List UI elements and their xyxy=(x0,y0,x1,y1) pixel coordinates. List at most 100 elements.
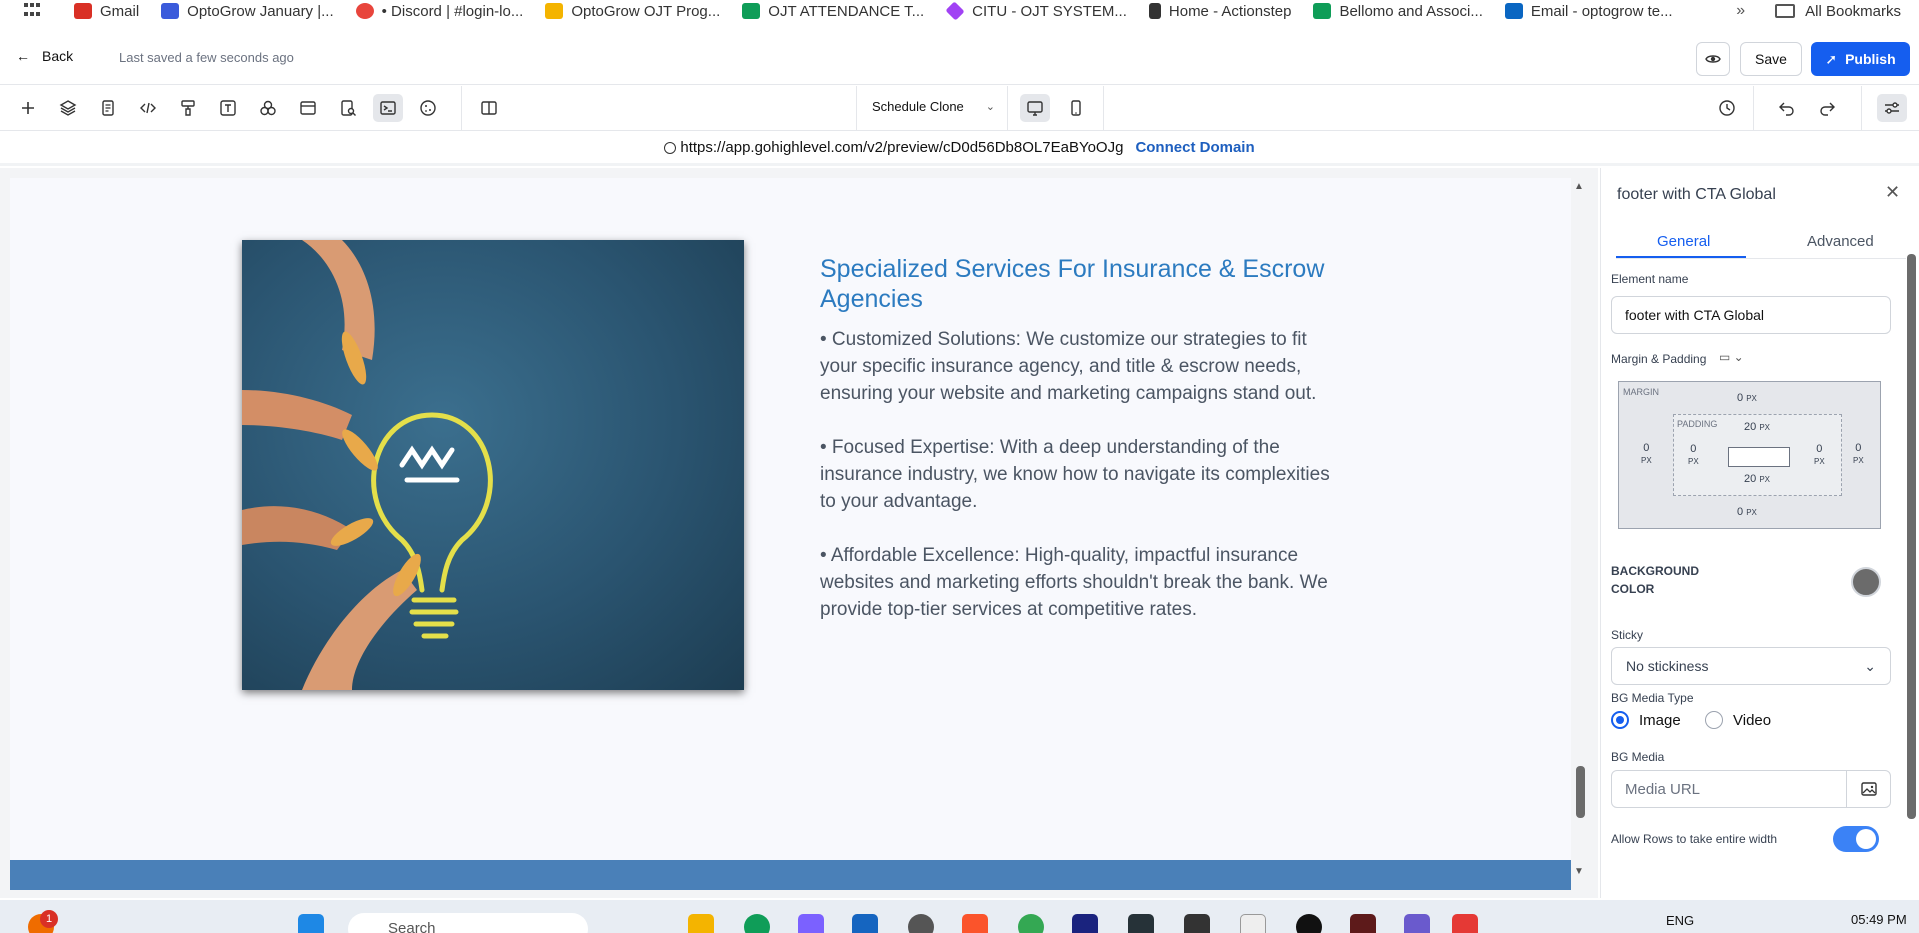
split-view-icon[interactable] xyxy=(474,94,504,122)
preview-url-bar: https://app.gohighlevel.com/v2/preview/c… xyxy=(0,132,1919,166)
shapes-icon[interactable] xyxy=(253,94,283,122)
sticky-label: Sticky xyxy=(1611,628,1644,642)
margin-left[interactable]: 0 PX xyxy=(1641,442,1652,466)
pages-icon[interactable] xyxy=(93,94,123,122)
padding-bottom[interactable]: 20 PX xyxy=(1744,473,1770,485)
close-icon[interactable]: ✕ xyxy=(1885,182,1900,203)
margin-top[interactable]: 0 PX xyxy=(1737,392,1757,404)
canvas-scrollbar[interactable] xyxy=(1576,766,1585,818)
seo-search-icon[interactable] xyxy=(333,94,363,122)
undo-icon[interactable] xyxy=(1772,94,1802,122)
bookmark-item[interactable]: OptoGrow OJT Prog... xyxy=(545,3,720,20)
store-icon[interactable] xyxy=(852,914,878,933)
background-color-swatch[interactable] xyxy=(1851,567,1881,597)
document-icon[interactable] xyxy=(1240,914,1266,933)
builder-toolbar: Schedule Clone ⌄ xyxy=(0,86,1919,131)
scroll-down-icon[interactable]: ▼ xyxy=(1574,866,1584,877)
bookmark-item[interactable]: Email - optogrow te... xyxy=(1504,3,1673,20)
app-icon[interactable] xyxy=(1072,914,1098,933)
bookmark-item[interactable]: OptoGrow January |... xyxy=(161,3,334,20)
margin-padding-label: Margin & Padding xyxy=(1611,352,1707,366)
tab-advanced[interactable]: Advanced xyxy=(1807,233,1874,250)
paint-roller-icon[interactable] xyxy=(173,94,203,122)
padding-top[interactable]: 20 PX xyxy=(1744,421,1770,433)
more-bookmarks-icon[interactable]: » xyxy=(1736,2,1745,20)
padding-left[interactable]: 0 PX xyxy=(1688,443,1699,467)
actionstep-icon xyxy=(1148,3,1161,19)
publish-button[interactable]: ➚ Publish xyxy=(1811,42,1910,76)
settings-sliders-icon[interactable] xyxy=(1877,94,1907,122)
page-select-dropdown[interactable]: Schedule Clone ⌄ xyxy=(872,99,995,114)
radio-unselected-icon xyxy=(1705,711,1723,729)
margin-right[interactable]: 0 PX xyxy=(1853,442,1864,466)
brave-icon[interactable] xyxy=(962,914,988,933)
eye-icon xyxy=(1705,55,1721,63)
footer-section[interactable] xyxy=(10,860,1571,890)
redo-icon[interactable] xyxy=(1812,94,1842,122)
desktop-view-icon[interactable] xyxy=(1020,94,1050,122)
radio-image[interactable]: Image xyxy=(1611,711,1681,729)
padding-box: PADDING 20 PX 0 PX 0 PX 20 PX xyxy=(1673,414,1842,496)
bookmark-item[interactable]: Bellomo and Associ... xyxy=(1313,3,1483,20)
scroll-up-icon[interactable]: ▲ xyxy=(1574,181,1584,192)
edge-icon[interactable] xyxy=(744,914,770,933)
panel-scrollbar[interactable] xyxy=(1907,254,1916,819)
terminal-icon[interactable] xyxy=(373,94,403,122)
bg-media-label: BG Media xyxy=(1611,750,1665,764)
lightbulb-chalk-image[interactable] xyxy=(242,240,744,690)
chrome-icon[interactable] xyxy=(1018,914,1044,933)
media-url-input[interactable]: Media URL xyxy=(1612,771,1846,807)
obs-icon[interactable] xyxy=(1296,914,1322,933)
preview-button[interactable] xyxy=(1696,42,1730,76)
file-explorer-icon[interactable] xyxy=(688,914,714,933)
chevron-down-icon: ⌄ xyxy=(985,101,996,113)
text-icon[interactable] xyxy=(213,94,243,122)
folder-icon xyxy=(1775,4,1796,18)
bookmark-item[interactable]: CITU - OJT SYSTEM... xyxy=(945,1,1127,21)
connect-domain-link[interactable]: Connect Domain xyxy=(1135,139,1254,156)
margin-bottom[interactable]: 0 PX xyxy=(1737,506,1757,518)
allow-rows-toggle[interactable] xyxy=(1833,826,1879,852)
code-icon[interactable] xyxy=(133,94,163,122)
bookmarks-overflow: » All Bookmarks xyxy=(1724,0,1919,22)
bookmark-item[interactable]: • Discord | #login-lo... xyxy=(355,3,523,20)
padding-right[interactable]: 0 PX xyxy=(1814,443,1825,467)
copilot-icon[interactable] xyxy=(798,914,824,933)
app-icon[interactable] xyxy=(1350,914,1376,933)
margin-padding-editor: MARGIN 0 PX 0 PX 0 PX 0 PX PADDING 20 PX 0… xyxy=(1618,381,1881,529)
language-indicator[interactable]: ENG xyxy=(1666,913,1694,928)
all-bookmarks[interactable]: All Bookmarks xyxy=(1805,3,1901,20)
bookmark-item[interactable]: Home - Actionstep xyxy=(1148,3,1291,20)
section-icon[interactable] xyxy=(293,94,323,122)
app-icon[interactable] xyxy=(1404,914,1430,933)
tab-general[interactable]: General xyxy=(1657,233,1710,250)
back-button[interactable]: ← Back xyxy=(16,48,73,64)
bookmark-item[interactable]: OJT ATTENDANCE T... xyxy=(742,3,924,20)
panel-title: footer with CTA Global xyxy=(1617,186,1776,203)
sheets-icon xyxy=(742,3,761,19)
history-icon[interactable] xyxy=(1712,94,1742,122)
element-name-input[interactable]: footer with CTA Global xyxy=(1611,296,1891,334)
content-box xyxy=(1728,447,1790,467)
device-toggle-icon[interactable]: ▭ ⌄ xyxy=(1719,350,1744,364)
preview-url[interactable]: https://app.gohighlevel.com/v2/preview/c… xyxy=(680,139,1123,156)
bg-media-field: Media URL xyxy=(1611,770,1891,808)
radio-video[interactable]: Video xyxy=(1705,711,1771,729)
image-picker-icon[interactable] xyxy=(1846,771,1890,807)
settings-icon[interactable] xyxy=(1128,914,1154,933)
layers-icon[interactable] xyxy=(53,94,83,122)
bookmark-item[interactable]: Gmail xyxy=(74,3,139,20)
mobile-view-icon[interactable] xyxy=(1061,94,1091,122)
windows-start-icon[interactable] xyxy=(298,914,324,933)
save-button[interactable]: Save xyxy=(1740,42,1802,76)
clock[interactable]: 05:49 PM xyxy=(1851,912,1907,927)
add-element-icon[interactable] xyxy=(13,94,43,122)
builder-canvas: Specialized Services For Insurance & Esc… xyxy=(0,168,1598,898)
taskbar-search[interactable]: Search xyxy=(348,913,588,933)
app-icon[interactable] xyxy=(908,914,934,933)
apps-grid-icon[interactable] xyxy=(24,3,44,19)
app-icon[interactable] xyxy=(1452,914,1478,933)
terminal-app-icon[interactable] xyxy=(1184,914,1210,933)
cookie-icon[interactable] xyxy=(413,94,443,122)
sticky-select[interactable]: No stickiness ⌄ xyxy=(1611,647,1891,685)
